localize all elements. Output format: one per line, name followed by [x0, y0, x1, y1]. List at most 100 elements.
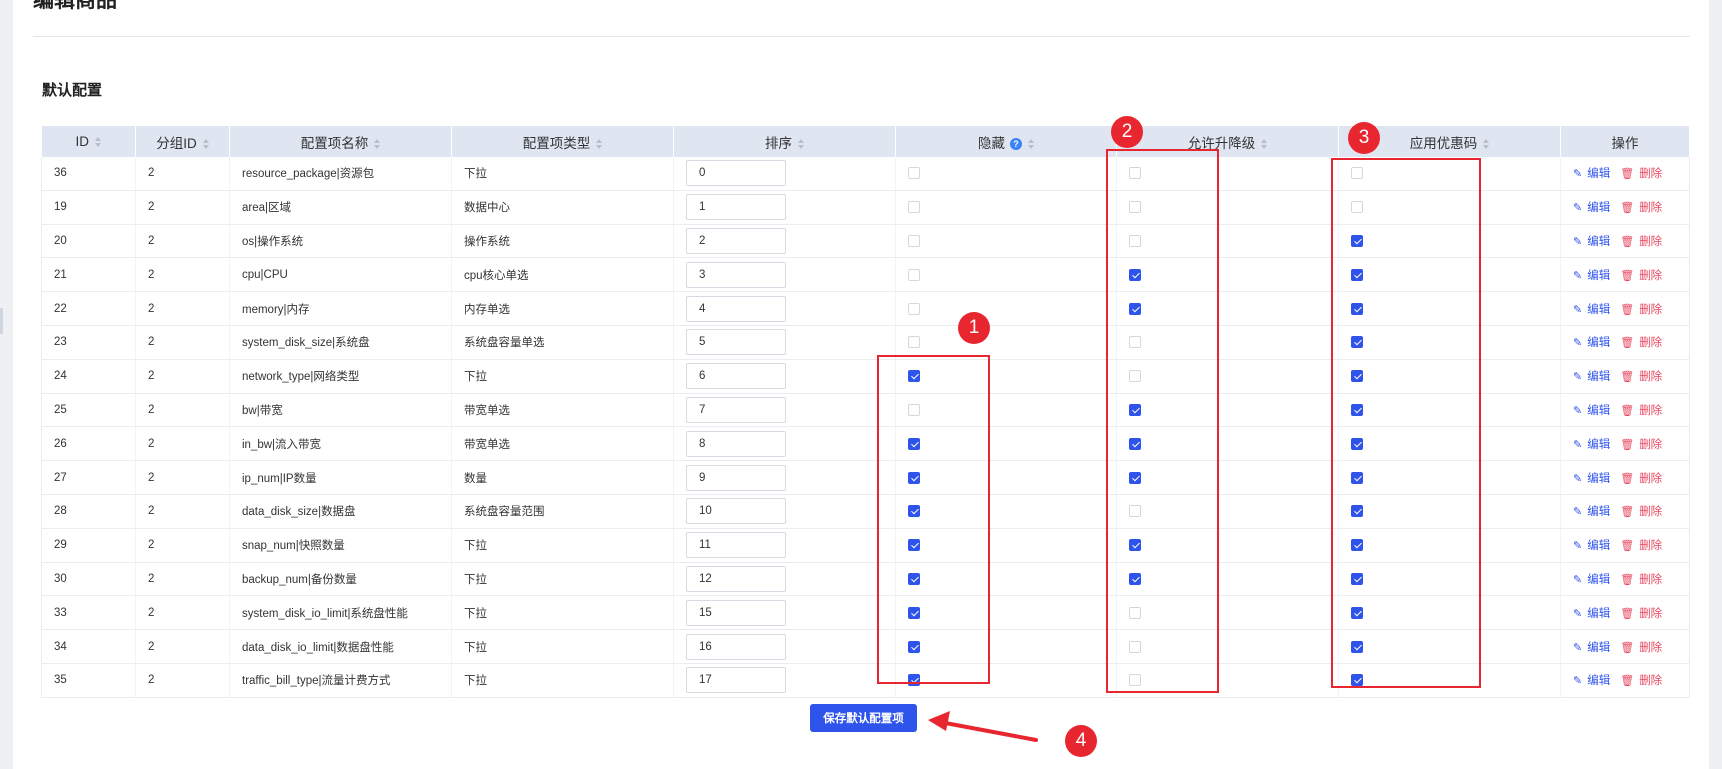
allow-upgrade-checkbox[interactable]: [1129, 572, 1141, 585]
edit-link[interactable]: ✎ 编辑: [1573, 304, 1610, 316]
delete-link[interactable]: 🗑 删除: [1620, 642, 1662, 654]
hidden-checkbox[interactable]: [908, 471, 920, 484]
apply-coupon-checkbox[interactable]: [1351, 539, 1363, 552]
delete-link[interactable]: 🗑 删除: [1620, 675, 1662, 687]
delete-link[interactable]: 🗑 删除: [1620, 371, 1662, 383]
sort-order-input[interactable]: [686, 599, 786, 626]
sort-order-input[interactable]: [686, 464, 786, 491]
apply-coupon-checkbox[interactable]: [1351, 234, 1363, 247]
apply-coupon-checkbox[interactable]: [1351, 403, 1363, 416]
col-header-name[interactable]: 配置项名称: [229, 126, 452, 157]
delete-link[interactable]: 🗑 删除: [1620, 304, 1662, 316]
hidden-checkbox[interactable]: [908, 167, 920, 180]
apply-coupon-checkbox[interactable]: [1351, 505, 1363, 518]
edit-link[interactable]: ✎ 编辑: [1573, 574, 1610, 586]
hidden-checkbox[interactable]: [908, 674, 920, 687]
delete-link[interactable]: 🗑 删除: [1620, 236, 1662, 248]
sort-icon[interactable]: [374, 138, 381, 149]
apply-coupon-checkbox[interactable]: [1351, 640, 1363, 653]
allow-upgrade-checkbox[interactable]: [1129, 234, 1141, 247]
allow-upgrade-checkbox[interactable]: [1129, 336, 1141, 349]
apply-coupon-checkbox[interactable]: [1351, 302, 1363, 315]
apply-coupon-checkbox[interactable]: [1351, 167, 1363, 180]
hidden-checkbox[interactable]: [908, 201, 920, 214]
sort-order-input[interactable]: [686, 261, 786, 288]
apply-coupon-checkbox[interactable]: [1351, 268, 1363, 281]
allow-upgrade-checkbox[interactable]: [1129, 606, 1141, 619]
hidden-checkbox[interactable]: [908, 640, 920, 653]
apply-coupon-checkbox[interactable]: [1351, 201, 1363, 214]
apply-coupon-checkbox[interactable]: [1351, 437, 1363, 450]
delete-link[interactable]: 🗑 删除: [1620, 439, 1662, 451]
col-header-type[interactable]: 配置项类型: [451, 126, 674, 157]
allow-upgrade-checkbox[interactable]: [1129, 370, 1141, 383]
sort-icon[interactable]: [798, 138, 804, 149]
sort-order-input[interactable]: [686, 160, 786, 187]
allow-upgrade-checkbox[interactable]: [1129, 674, 1141, 687]
edit-link[interactable]: ✎ 编辑: [1573, 642, 1610, 654]
apply-coupon-checkbox[interactable]: [1351, 674, 1363, 687]
allow-upgrade-checkbox[interactable]: [1129, 167, 1141, 180]
hidden-checkbox[interactable]: [908, 268, 920, 281]
apply-coupon-checkbox[interactable]: [1351, 336, 1363, 349]
allow-upgrade-checkbox[interactable]: [1129, 505, 1141, 518]
allow-upgrade-checkbox[interactable]: [1129, 268, 1141, 281]
allow-upgrade-checkbox[interactable]: [1129, 437, 1141, 450]
sort-order-input[interactable]: [686, 667, 786, 694]
edit-link[interactable]: ✎ 编辑: [1573, 439, 1610, 451]
sort-icon[interactable]: [95, 137, 101, 148]
edit-link[interactable]: ✎ 编辑: [1573, 473, 1610, 485]
hidden-checkbox[interactable]: [908, 572, 920, 585]
sort-icon[interactable]: [1483, 138, 1490, 149]
edit-link[interactable]: ✎ 编辑: [1573, 506, 1610, 518]
hidden-checkbox[interactable]: [908, 336, 920, 349]
sort-order-input[interactable]: [686, 396, 786, 423]
sort-order-input[interactable]: [686, 532, 786, 559]
hidden-checkbox[interactable]: [908, 606, 920, 619]
col-header-hidden[interactable]: 隐藏?: [895, 126, 1117, 157]
sort-icon[interactable]: [1261, 138, 1268, 149]
sort-order-input[interactable]: [686, 565, 786, 592]
edit-link[interactable]: ✎ 编辑: [1573, 236, 1610, 248]
delete-link[interactable]: 🗑 删除: [1620, 270, 1662, 282]
sort-order-input[interactable]: [686, 633, 786, 660]
sort-order-input[interactable]: [686, 498, 786, 525]
apply-coupon-checkbox[interactable]: [1351, 370, 1363, 383]
col-header-sort[interactable]: 排序: [673, 126, 896, 157]
help-icon[interactable]: ?: [1010, 137, 1022, 150]
edit-link[interactable]: ✎ 编辑: [1573, 540, 1610, 552]
col-header-upgrade[interactable]: 允许升降级: [1116, 126, 1339, 157]
edit-link[interactable]: ✎ 编辑: [1573, 675, 1610, 687]
allow-upgrade-checkbox[interactable]: [1129, 539, 1141, 552]
sort-order-input[interactable]: [686, 194, 786, 221]
hidden-checkbox[interactable]: [908, 234, 920, 247]
delete-link[interactable]: 🗑 删除: [1620, 506, 1662, 518]
delete-link[interactable]: 🗑 删除: [1620, 405, 1662, 417]
hidden-checkbox[interactable]: [908, 505, 920, 518]
allow-upgrade-checkbox[interactable]: [1129, 471, 1141, 484]
allow-upgrade-checkbox[interactable]: [1129, 640, 1141, 653]
apply-coupon-checkbox[interactable]: [1351, 572, 1363, 585]
delete-link[interactable]: 🗑 删除: [1620, 608, 1662, 620]
sort-order-input[interactable]: [686, 329, 786, 356]
delete-link[interactable]: 🗑 删除: [1620, 168, 1662, 180]
apply-coupon-checkbox[interactable]: [1351, 471, 1363, 484]
hidden-checkbox[interactable]: [908, 437, 920, 450]
hidden-checkbox[interactable]: [908, 370, 920, 383]
edit-link[interactable]: ✎ 编辑: [1573, 270, 1610, 282]
edit-link[interactable]: ✎ 编辑: [1573, 608, 1610, 620]
edit-link[interactable]: ✎ 编辑: [1573, 168, 1610, 180]
allow-upgrade-checkbox[interactable]: [1129, 302, 1141, 315]
delete-link[interactable]: 🗑 删除: [1620, 202, 1662, 214]
delete-link[interactable]: 🗑 删除: [1620, 473, 1662, 485]
sort-icon[interactable]: [596, 138, 603, 149]
hidden-checkbox[interactable]: [908, 302, 920, 315]
sort-order-input[interactable]: [686, 295, 786, 322]
apply-coupon-checkbox[interactable]: [1351, 606, 1363, 619]
edit-link[interactable]: ✎ 编辑: [1573, 337, 1610, 349]
edit-link[interactable]: ✎ 编辑: [1573, 405, 1610, 417]
edit-link[interactable]: ✎ 编辑: [1573, 371, 1610, 383]
allow-upgrade-checkbox[interactable]: [1129, 403, 1141, 416]
col-header-id[interactable]: ID: [41, 126, 136, 157]
sort-order-input[interactable]: [686, 227, 786, 254]
